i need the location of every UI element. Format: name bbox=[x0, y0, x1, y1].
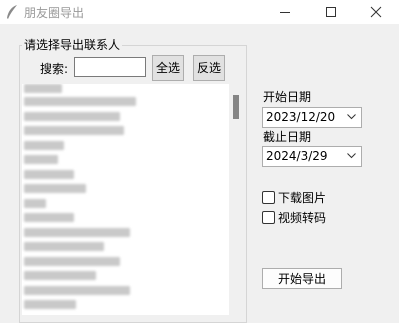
end-date-value: 2024/3/29 bbox=[266, 149, 328, 163]
minimize-button[interactable] bbox=[263, 0, 308, 24]
video-transcode-label: 视频转码 bbox=[278, 211, 327, 225]
end-date-select[interactable]: 2024/3/29 bbox=[262, 146, 362, 167]
feather-icon bbox=[7, 5, 17, 19]
contacts-group-title: 请选择导出联系人 bbox=[22, 37, 123, 53]
select-all-button[interactable]: 全选 bbox=[152, 55, 184, 81]
contact-list[interactable] bbox=[22, 84, 242, 315]
maximize-button[interactable] bbox=[309, 0, 354, 24]
chevron-down-icon bbox=[347, 114, 356, 120]
list-scrollbar-thumb[interactable] bbox=[233, 95, 239, 119]
search-label: 搜索: bbox=[40, 62, 69, 76]
download-images-checkbox[interactable]: 下载图片 bbox=[262, 189, 326, 206]
minimize-icon bbox=[280, 12, 290, 13]
search-input[interactable] bbox=[74, 57, 146, 77]
download-images-label: 下载图片 bbox=[278, 191, 327, 205]
end-date-label: 截止日期 bbox=[263, 130, 312, 144]
close-icon bbox=[370, 6, 382, 18]
start-export-button[interactable]: 开始导出 bbox=[262, 268, 342, 289]
window-title: 朋友圈导出 bbox=[24, 6, 85, 20]
checkbox-box[interactable] bbox=[262, 211, 275, 224]
invert-selection-button[interactable]: 反选 bbox=[193, 55, 225, 81]
title-bar: 朋友圈导出 bbox=[0, 0, 399, 24]
start-date-value: 2023/12/20 bbox=[266, 110, 336, 124]
start-date-select[interactable]: 2023/12/20 bbox=[262, 107, 362, 128]
chevron-down-icon bbox=[347, 153, 356, 159]
maximize-icon bbox=[326, 7, 336, 17]
start-date-label: 开始日期 bbox=[263, 90, 312, 104]
close-button[interactable] bbox=[354, 0, 399, 24]
video-transcode-checkbox[interactable]: 视频转码 bbox=[262, 209, 326, 226]
checkbox-box[interactable] bbox=[262, 191, 275, 204]
